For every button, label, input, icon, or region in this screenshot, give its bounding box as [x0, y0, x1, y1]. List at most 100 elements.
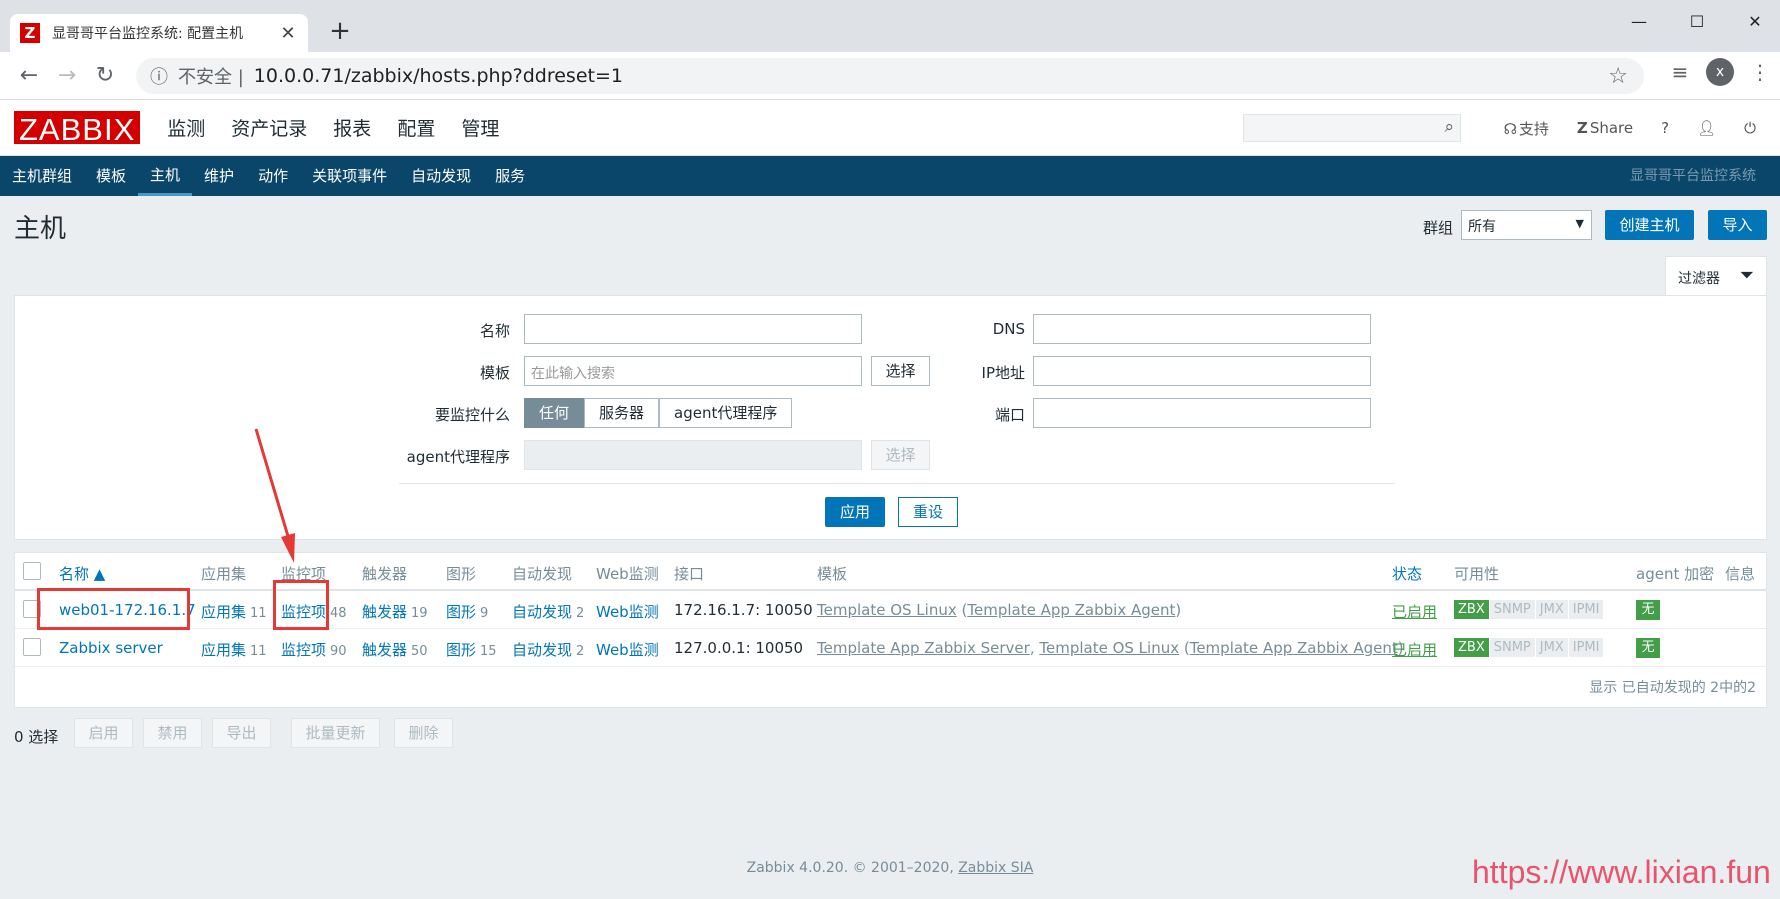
reload-icon[interactable]: ↻ — [86, 63, 124, 88]
items-link[interactable]: 监控项 — [281, 641, 326, 659]
status-link[interactable]: 已启用 — [1392, 639, 1437, 660]
applications-link[interactable]: 应用集 — [201, 603, 246, 621]
new-tab-icon[interactable]: + — [325, 16, 355, 46]
disable-button[interactable]: 禁用 — [143, 718, 202, 748]
share-link[interactable]: Z Share — [1577, 119, 1633, 137]
maximize-icon[interactable]: ☐ — [1668, 6, 1726, 36]
info-icon[interactable]: ⓘ — [150, 63, 168, 89]
subnav-event-correlation[interactable]: 关联项事件 — [300, 156, 399, 196]
graphs-link[interactable]: 图形 — [446, 603, 476, 621]
discovery-link[interactable]: 自动发现 — [512, 641, 572, 659]
triggers-link[interactable]: 触发器 — [362, 641, 407, 659]
footer-text: Zabbix 4.0.20. © 2001–2020, — [746, 860, 954, 876]
import-button[interactable]: 导入 — [1708, 210, 1767, 240]
proxy-select-button[interactable]: 选择 — [871, 440, 930, 470]
zbx-badge: ZBX — [1454, 600, 1489, 619]
header-status[interactable]: 状态 — [1392, 563, 1422, 584]
ip-field[interactable] — [1033, 356, 1371, 386]
search-icon[interactable]: ⌕ — [1444, 117, 1454, 137]
global-search-input[interactable]: ⌕ — [1243, 114, 1461, 142]
back-icon[interactable]: ← — [10, 63, 48, 88]
template-search-input[interactable]: 在此输入搜索 — [524, 356, 862, 386]
help-icon[interactable]: ? — [1661, 119, 1669, 137]
proxy-field[interactable] — [524, 440, 862, 470]
zbx-badge: ZBX — [1454, 638, 1489, 657]
close-tab-icon[interactable]: ✕ — [278, 23, 298, 44]
filter-tab-label: 过滤器 — [1678, 271, 1720, 287]
mass-update-button[interactable]: 批量更新 — [291, 718, 380, 748]
support-link[interactable]: ☊ 支持 — [1504, 118, 1549, 139]
zabbix-favicon-icon: Z — [20, 23, 40, 43]
menu-inventory[interactable]: 资产记录 — [218, 114, 320, 141]
menu-reports[interactable]: 报表 — [320, 114, 384, 141]
enable-button[interactable]: 启用 — [74, 718, 133, 748]
discovery-link[interactable]: 自动发现 — [512, 603, 572, 621]
user-profile-icon[interactable]: 👤︎ — [1697, 119, 1716, 137]
browser-tabbar: Z 显哥哥平台监控系统: 配置主机 ✕ + — ☐ ✕ — [0, 0, 1780, 52]
discovery-count: 2 — [576, 644, 585, 659]
close-window-icon[interactable]: ✕ — [1726, 6, 1780, 36]
option-server[interactable]: 服务器 — [584, 398, 660, 428]
option-proxy[interactable]: agent代理程序 — [659, 398, 793, 428]
minimize-icon[interactable]: — — [1610, 6, 1668, 36]
zabbix-logo[interactable]: ZABBIX — [14, 111, 141, 146]
filter-tab[interactable]: 过滤器 ⏷ — [1665, 256, 1767, 295]
menu-monitoring[interactable]: 监测 — [154, 114, 218, 141]
subnav-maintenance[interactable]: 维护 — [192, 156, 246, 196]
port-field[interactable] — [1033, 398, 1371, 428]
zabbix-sia-link[interactable]: Zabbix SIA — [958, 860, 1033, 876]
menu-administration[interactable]: 管理 — [448, 114, 512, 141]
url-field[interactable]: ⓘ 不安全 | 10.0.0.71/zabbix/hosts.php?ddres… — [136, 58, 1644, 94]
web-link[interactable]: Web监测 — [596, 601, 659, 622]
menu-configuration[interactable]: 配置 — [384, 114, 448, 141]
parent-template-link[interactable]: Template App Zabbix Agent — [1190, 639, 1398, 657]
ipmi-badge: IPMI — [1568, 638, 1604, 657]
web-link[interactable]: Web监测 — [596, 639, 659, 660]
triggers-link[interactable]: 触发器 — [362, 603, 407, 621]
template-link[interactable]: Template App Zabbix Server — [817, 639, 1030, 657]
header-web: Web监测 — [596, 565, 659, 583]
filter-divider — [399, 483, 1395, 484]
graphs-link[interactable]: 图形 — [446, 641, 476, 659]
forward-icon[interactable]: → — [48, 63, 86, 88]
subnav-host-groups[interactable]: 主机群组 — [0, 156, 84, 196]
header-discovery: 自动发现 — [512, 565, 573, 583]
triggers-count: 19 — [411, 606, 428, 621]
row-checkbox[interactable] — [23, 638, 41, 656]
subnav-hosts[interactable]: 主机 — [138, 156, 193, 196]
template-select-button[interactable]: 选择 — [871, 356, 930, 386]
logout-icon[interactable]: ⏻ — [1744, 119, 1756, 137]
dns-field[interactable] — [1033, 314, 1371, 344]
delete-button[interactable]: 删除 — [394, 718, 453, 748]
status-link[interactable]: 已启用 — [1392, 601, 1437, 622]
subnav-services[interactable]: 服务 — [483, 156, 537, 196]
subnav-actions[interactable]: 动作 — [246, 156, 300, 196]
create-host-button[interactable]: 创建主机 — [1605, 210, 1694, 240]
name-field[interactable] — [524, 314, 862, 344]
browser-tab[interactable]: Z 显哥哥平台监控系统: 配置主机 ✕ — [10, 14, 308, 52]
export-button[interactable]: 导出 — [212, 718, 271, 748]
availability-badges: ZBX SNMP JMX IPMI — [1454, 638, 1604, 657]
bookmark-star-icon[interactable]: ☆ — [1608, 64, 1628, 89]
header-name[interactable]: 名称 ▲ — [59, 563, 105, 584]
browser-menu-icon[interactable]: ⋮ — [1740, 60, 1780, 84]
option-any[interactable]: 任何 — [524, 398, 585, 428]
subnav-templates[interactable]: 模板 — [84, 156, 138, 196]
reset-button[interactable]: 重设 — [898, 497, 958, 527]
host-name-link[interactable]: Zabbix server — [59, 639, 163, 657]
parent-template-link[interactable]: Template App Zabbix Agent — [967, 601, 1175, 619]
server-name: 显哥哥平台监控系统 — [1630, 168, 1756, 184]
profile-avatar[interactable]: x — [1706, 58, 1734, 86]
media-icon[interactable]: ≡ — [1660, 60, 1700, 84]
applications-link[interactable]: 应用集 — [201, 641, 246, 659]
apply-button[interactable]: 应用 — [825, 497, 885, 527]
name-label: 名称 — [479, 322, 510, 340]
encryption-badge: 无 — [1636, 638, 1660, 658]
template-link[interactable]: Template OS Linux — [817, 601, 957, 619]
triggers-count: 50 — [411, 644, 428, 659]
select-all-checkbox[interactable] — [23, 562, 41, 580]
group-select[interactable]: 所有 ▼ — [1461, 210, 1592, 240]
encryption-badge: 无 — [1636, 600, 1660, 620]
subnav-discovery[interactable]: 自动发现 — [399, 156, 483, 196]
template-link[interactable]: Template OS Linux — [1039, 639, 1179, 657]
